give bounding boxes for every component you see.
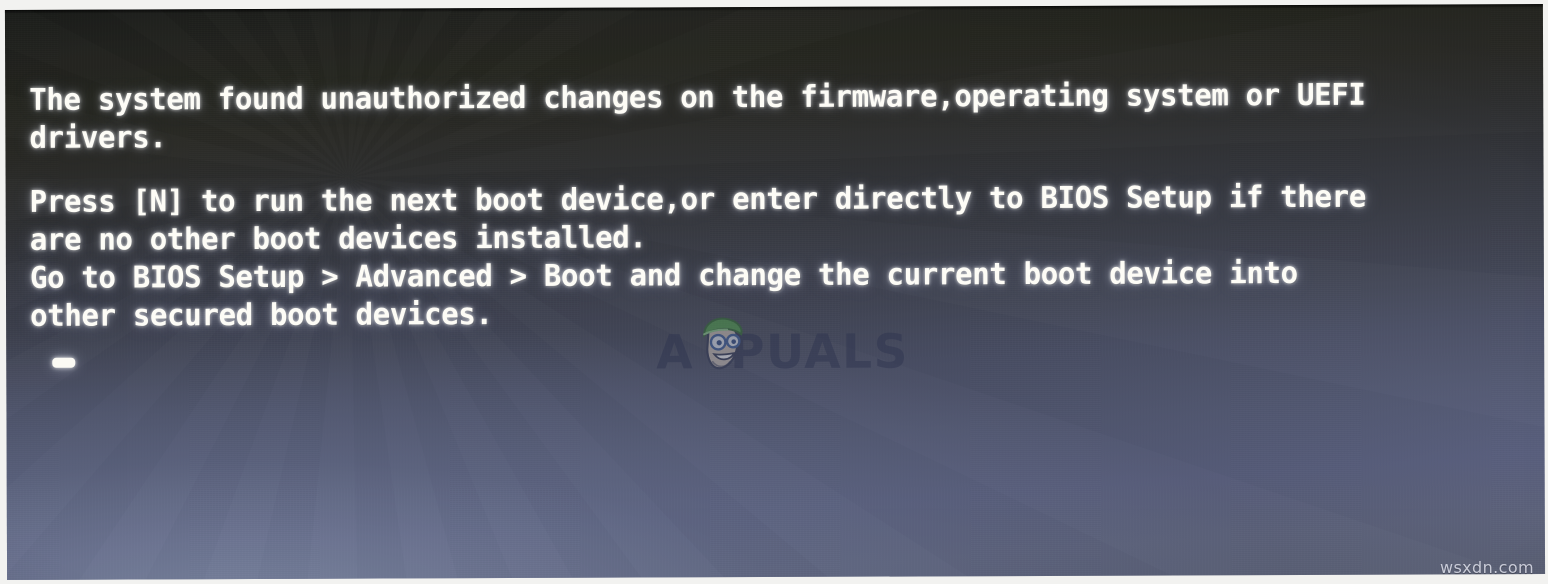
boot-message-block: The system found unauthorized changes on… [29,76,1530,336]
text-cursor [52,357,76,368]
message-line-5: Go to BIOS Setup > Advanced > Boot and c… [29,255,1298,296]
corner-watermark: wsxdn.com [1439,558,1534,577]
message-line-2: drivers. [29,120,167,156]
message-line-6: other secured boot devices. [30,297,493,334]
appuals-wordmark: APPUALS [656,317,909,380]
appuals-wordmark-a: A [656,325,695,381]
message-line-1: The system found unauthorized changes on… [29,77,1366,118]
message-line-3: Press [N] to run the next boot device,or… [29,179,1366,220]
message-line-4: are no other boot devices installed. [29,220,647,258]
photo-frame: The system found unauthorized changes on… [0,0,1548,584]
bios-screen-surface: The system found unauthorized changes on… [4,4,1546,580]
appuals-watermark: APPUALS [656,317,909,380]
screen-top-edge-glow [4,4,1543,14]
